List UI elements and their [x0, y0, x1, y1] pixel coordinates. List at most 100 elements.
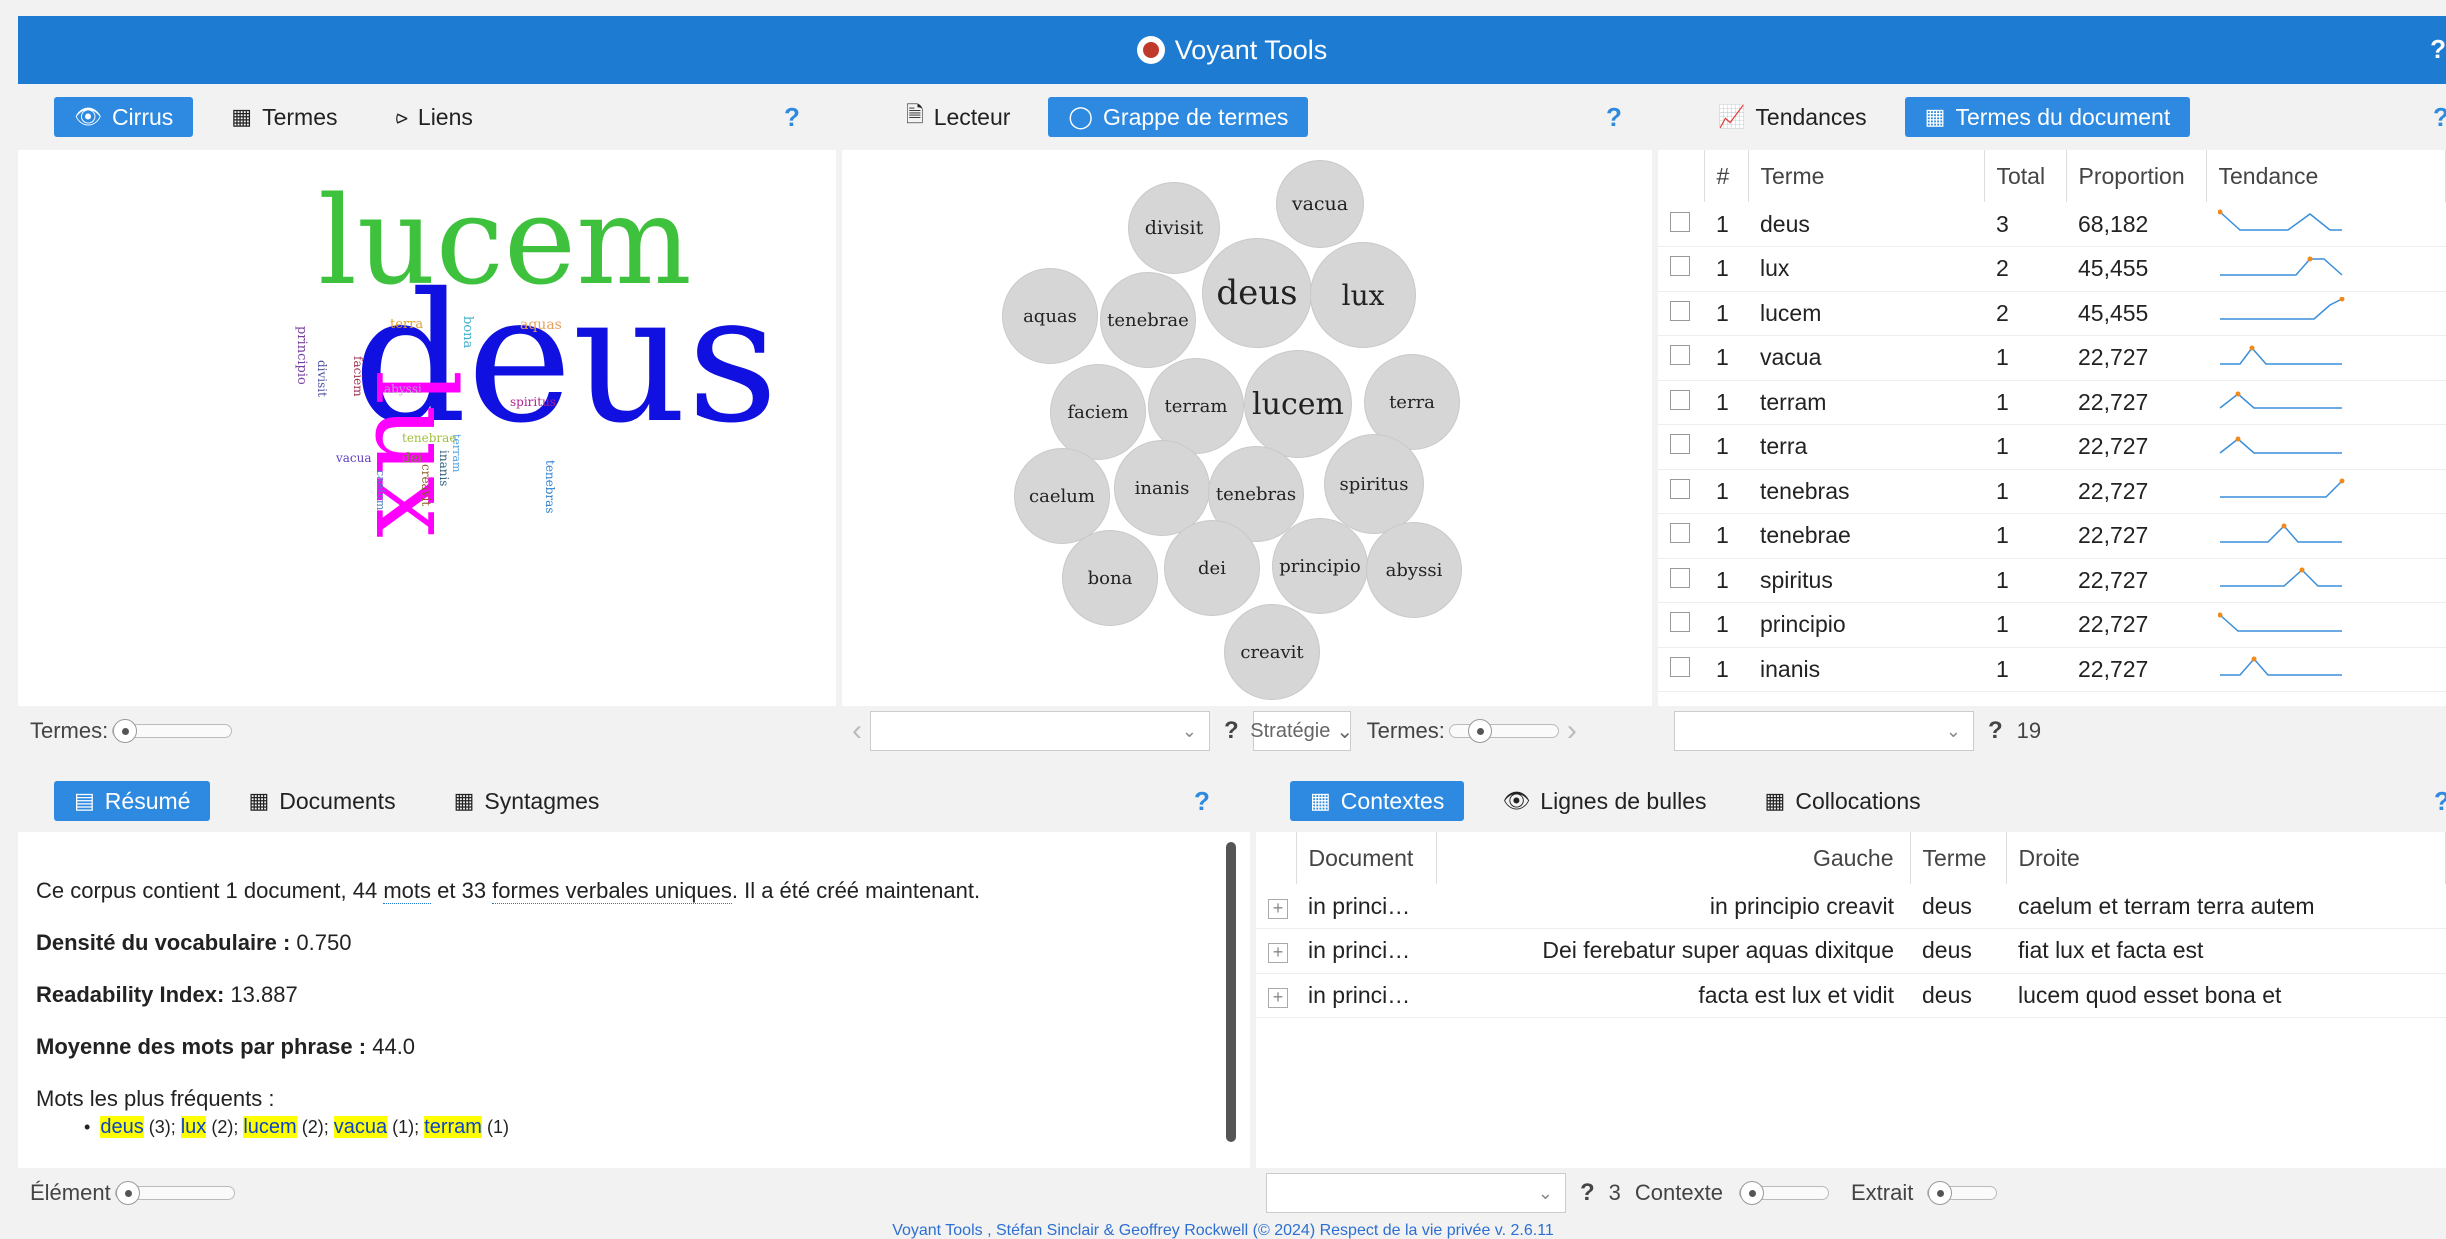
slider-knob[interactable] — [1928, 1181, 1953, 1205]
cloud-word[interactable]: abyssi — [384, 383, 422, 395]
context-term[interactable]: deus — [1910, 884, 2006, 929]
expand-icon[interactable]: + — [1268, 898, 1288, 919]
row-checkbox-cell[interactable] — [1658, 380, 1704, 425]
cloud-word[interactable]: terra — [390, 318, 423, 331]
cloud-word[interactable]: faciem — [351, 356, 365, 397]
row-term[interactable]: terra — [1748, 424, 1984, 470]
cirrus-help-button[interactable]: ? — [784, 102, 800, 133]
bubble[interactable]: spiritus — [1324, 434, 1424, 534]
row-checkbox-cell[interactable] — [1658, 424, 1704, 470]
table-row[interactable]: 1 lux 2 45,455 — [1658, 246, 2446, 292]
term-search-combo[interactable]: ⌄ — [870, 711, 1210, 751]
row-checkbox[interactable] — [1670, 389, 1690, 410]
contexts-search-help[interactable]: ? — [1580, 1179, 1595, 1207]
table-row[interactable]: + in princi… Dei ferebatur super aquas dix… — [1256, 928, 2446, 974]
bubble[interactable]: caelum — [1014, 448, 1110, 544]
column-header[interactable]: Total — [1984, 150, 2067, 202]
row-checkbox[interactable] — [1670, 656, 1690, 677]
slider-knob[interactable] — [115, 1181, 140, 1205]
table-row[interactable]: 1 vacua 1 22,727 — [1658, 335, 2446, 381]
row-checkbox[interactable] — [1670, 434, 1690, 455]
row-term[interactable]: tenebrae — [1748, 513, 1984, 559]
row-term[interactable]: terram — [1748, 380, 1984, 425]
contexts-help-button[interactable]: ? — [2434, 786, 2446, 817]
cloud-word[interactable]: caelum — [374, 470, 387, 510]
bubble[interactable]: faciem — [1050, 364, 1146, 460]
row-term[interactable]: deus — [1748, 202, 1984, 247]
row-checkbox[interactable] — [1670, 523, 1690, 544]
summary-scrollbar[interactable] — [1226, 842, 1236, 1142]
column-header[interactable]: # — [1704, 150, 1749, 202]
tab-documents[interactable]: ▦ Documents — [228, 781, 415, 821]
row-term[interactable]: lux — [1748, 246, 1984, 292]
row-checkbox-cell[interactable] — [1658, 246, 1704, 292]
bubble[interactable]: bona — [1062, 530, 1158, 626]
frequent-term[interactable]: lux — [180, 1116, 207, 1138]
document-terms-help-button[interactable]: ? — [2433, 102, 2446, 133]
table-row[interactable]: + in princi… in principio creavit deus caelu… — [1256, 884, 2446, 929]
row-term[interactable]: spiritus — [1748, 558, 1984, 603]
row-checkbox[interactable] — [1670, 345, 1690, 366]
row-checkbox-cell[interactable] — [1658, 469, 1704, 514]
context-term[interactable]: deus — [1910, 928, 2006, 974]
row-checkbox[interactable] — [1670, 211, 1690, 232]
cloud-word[interactable]: tenebras — [543, 460, 557, 513]
grappe-search-help[interactable]: ? — [1224, 717, 1239, 745]
frequent-term[interactable]: deus — [100, 1116, 144, 1138]
terms-search-help[interactable]: ? — [1988, 717, 2003, 745]
table-row[interactable]: 1 tenebras 1 22,727 — [1658, 469, 2446, 514]
row-term[interactable]: principio — [1748, 602, 1984, 648]
tab-tendances[interactable]: 📈 Tendances — [1698, 97, 1887, 137]
expand-icon[interactable]: + — [1268, 987, 1288, 1008]
table-row[interactable]: 1 lucem 2 45,455 — [1658, 291, 2446, 336]
row-checkbox[interactable] — [1670, 256, 1690, 277]
table-row[interactable]: 1 deus 3 68,182 — [1658, 202, 2446, 247]
row-checkbox[interactable] — [1670, 478, 1690, 499]
summary-help-button[interactable]: ? — [1194, 786, 1210, 817]
grappe-help-button[interactable]: ? — [1606, 102, 1622, 133]
bubble[interactable]: abyssi — [1366, 522, 1462, 618]
row-checkbox-cell[interactable] — [1658, 335, 1704, 381]
row-checkbox-cell[interactable] — [1658, 202, 1704, 247]
tab-termes[interactable]: ▦ Termes — [211, 97, 357, 137]
row-checkbox-cell[interactable] — [1658, 602, 1704, 648]
table-row[interactable]: 1 terra 1 22,727 — [1658, 424, 2446, 470]
slider-knob[interactable] — [1467, 719, 1492, 743]
slider-knob[interactable] — [113, 719, 138, 743]
bubble[interactable]: aquas — [1002, 268, 1098, 364]
column-header[interactable]: Tendance — [2206, 150, 2446, 202]
row-checkbox[interactable] — [1670, 300, 1690, 321]
cloud-word[interactable]: tenebrae — [402, 432, 456, 444]
frequent-term[interactable]: vacua — [333, 1116, 388, 1138]
cloud-word[interactable]: terram — [450, 434, 463, 472]
cloud-word[interactable]: aquas — [520, 318, 562, 332]
table-row[interactable]: 1 tenebrae 1 22,727 — [1658, 513, 2446, 559]
tab-lignes-de-bulles[interactable]: 👁 Lignes de bulles — [1482, 781, 1726, 821]
frequent-term[interactable]: lucem — [243, 1116, 297, 1138]
expand-cell[interactable]: + — [1256, 884, 1296, 929]
row-checkbox-cell[interactable] — [1658, 647, 1704, 692]
cloud-word[interactable]: inanis — [437, 450, 451, 486]
table-row[interactable]: 1 spiritus 1 22,727 — [1658, 558, 2446, 603]
words-link[interactable]: mots — [383, 878, 432, 904]
terms-slider[interactable] — [112, 719, 233, 743]
tab-termes-du-document[interactable]: ▦ Termes du document — [1904, 97, 2191, 137]
expand-icon[interactable]: + — [1268, 943, 1288, 964]
bubble[interactable]: tenebrae — [1100, 272, 1196, 368]
column-header[interactable]: Droite — [2006, 832, 2446, 884]
contexts-search-combo[interactable]: ⌄ — [1266, 1173, 1566, 1213]
tab-collocations[interactable]: ▦ Collocations — [1745, 781, 1941, 821]
row-term[interactable]: inanis — [1748, 647, 1984, 692]
column-header[interactable]: Gauche — [1436, 832, 1911, 884]
row-checkbox-cell[interactable] — [1658, 513, 1704, 559]
column-header[interactable]: Terme — [1748, 150, 1985, 202]
bubble[interactable]: vacua — [1276, 160, 1364, 248]
cloud-word[interactable]: divisit — [315, 360, 329, 397]
table-row[interactable]: 1 terram 1 22,727 — [1658, 380, 2446, 425]
bubble[interactable]: principio — [1272, 518, 1368, 614]
expand-cell[interactable]: + — [1256, 928, 1296, 974]
table-row[interactable]: 1 principio 1 22,727 — [1658, 602, 2446, 648]
expand-cell[interactable]: + — [1256, 973, 1296, 1018]
tab-contextes[interactable]: ▦ Contextes — [1290, 781, 1465, 821]
tab-cirrus[interactable]: 👁 Cirrus — [54, 97, 194, 137]
